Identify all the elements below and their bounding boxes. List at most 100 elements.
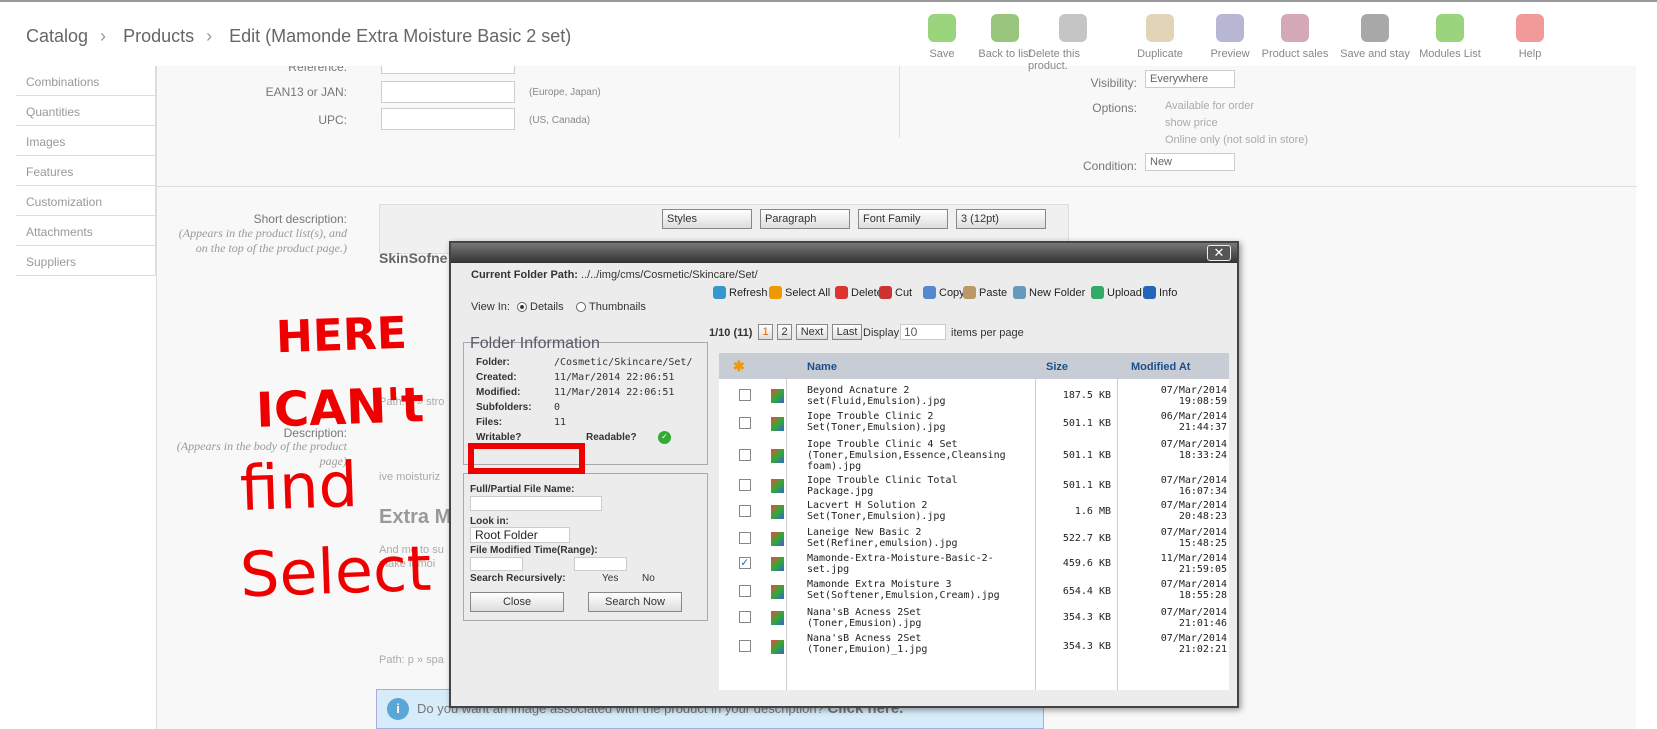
sidebar-item-suppliers[interactable]: Suppliers [16,246,156,276]
table-row[interactable]: Nana'sB Acness 2Set (Toner,Emuion)_1.jpg… [719,631,1229,661]
upload-icon [1091,286,1104,299]
file-modified: 07/Mar/2014 21:02:21 [1160,633,1227,655]
sidebar-item-attachments[interactable]: Attachments [16,216,156,246]
row-checkbox[interactable] [739,389,751,401]
table-row[interactable]: Iope Trouble Clinic Total Package.jpg 501… [719,473,1229,497]
per-page-select[interactable]: 10 [900,324,946,340]
option-show-price[interactable]: show price [1165,117,1218,129]
page-2-button[interactable]: 2 [777,324,792,340]
col-name[interactable]: Name [807,361,837,373]
toolbar-label: Modules List [1419,48,1481,60]
breadcrumb-catalog[interactable]: Catalog [26,26,88,46]
action-paste-button[interactable]: Paste [963,286,1007,299]
option-online-only[interactable]: Online only (not sold in store) [1165,134,1308,146]
row-checkbox[interactable] [739,449,751,461]
ean-input[interactable] [381,81,515,103]
condition-select[interactable]: New [1145,153,1235,171]
select-all-icon[interactable]: ✱ [733,358,745,375]
toolbar-trash-button[interactable]: Delete this product. [1028,12,1118,72]
recursive-no-radio[interactable]: No [642,573,655,584]
col-modified[interactable]: Modified At [1131,361,1190,373]
action-upload-button[interactable]: Upload [1091,286,1142,299]
file-name[interactable]: Mamonde Extra Moisture 3 Set(Softener,Em… [807,579,1029,601]
font-size-dropdown[interactable]: 3 (12pt) [956,209,1046,229]
action-cut-button[interactable]: Cut [879,286,912,299]
upc-input[interactable] [381,108,515,130]
close-icon[interactable]: ✕ [1207,245,1231,261]
row-checkbox[interactable] [739,417,751,429]
styles-dropdown[interactable]: Styles [662,209,752,229]
filename-input[interactable] [470,496,602,511]
file-name[interactable]: Iope Trouble Clinic 4 Set (Toner,Emulsio… [807,439,1029,472]
short-desc-text[interactable]: SkinSofne [379,250,447,266]
close-button[interactable]: Close [470,592,564,612]
action-select-all-button[interactable]: Select All [769,286,830,299]
file-modified: 07/Mar/2014 18:33:24 [1160,439,1227,461]
date-to-input[interactable] [574,557,627,571]
sidebar-item-features[interactable]: Features [16,156,156,186]
file-name[interactable]: Iope Trouble Clinic Total Package.jpg [807,475,1029,497]
row-checkbox[interactable]: ✓ [739,555,751,569]
row-checkbox[interactable] [739,479,751,491]
recursive-yes-radio[interactable]: Yes [602,573,618,584]
view-in-label: View In: [471,301,510,313]
view-thumbnails-radio[interactable]: Thumbnails [576,301,646,313]
action-new-folder-button[interactable]: New Folder [1013,286,1085,299]
paragraph-dropdown[interactable]: Paragraph [760,209,850,229]
next-page-button[interactable]: Next [796,324,828,340]
row-checkbox[interactable] [739,640,751,652]
search-now-button[interactable]: Search Now [588,592,682,612]
sidebar-item-images[interactable]: Images [16,126,156,156]
file-name[interactable]: Nana'sB Acness 2Set (Toner,Emuion)_1.jpg [807,633,1029,655]
row-checkbox[interactable] [739,532,751,544]
table-row[interactable]: Lacvert H Solution 2 Set(Toner,Emulsion)… [719,498,1229,524]
file-name[interactable]: Lacvert H Solution 2 Set(Toner,Emulsion)… [807,500,1029,522]
file-name[interactable]: Iope Trouble Clinic 2 Set(Toner,Emulsion… [807,411,1029,433]
chevron-right-icon: › [206,26,213,46]
per-page-label: items per page [951,327,1024,339]
desc-heading[interactable]: Extra M [379,506,451,529]
action-info-button[interactable]: Info [1143,286,1177,299]
table-row[interactable]: Mamonde Extra Moisture 3 Set(Softener,Em… [719,577,1229,605]
option-available[interactable]: Available for order [1165,100,1254,112]
action-copy-button[interactable]: Copy [923,286,965,299]
table-row[interactable]: Iope Trouble Clinic 2 Set(Toner,Emulsion… [719,409,1229,437]
font-family-dropdown[interactable]: Font Family [858,209,948,229]
look-in-select[interactable]: Root Folder [470,527,570,543]
puzzle-icon [1433,12,1467,44]
row-checkbox[interactable] [739,611,751,623]
file-name[interactable]: Laneige New Basic 2 Set(Refiner,emulsion… [807,527,1029,549]
action-refresh-button[interactable]: Refresh [713,286,768,299]
toolbar-chart-button[interactable]: Product sales [1250,12,1340,60]
file-name[interactable]: Mamonde-Extra-Moisture-Basic-2-set.jpg [807,553,1029,575]
row-checkbox[interactable] [739,585,751,597]
action-label: Select All [785,286,831,299]
display-label: Display [863,327,900,339]
date-from-input[interactable] [470,557,523,571]
table-row[interactable]: Beyond Acnature 2 set(Fluid,Emulsion).jp… [719,383,1229,407]
toolbar-lifebuoy-button[interactable]: Help [1485,12,1575,60]
created-value: 11/Mar/2014 22:06:51 [554,372,675,383]
breadcrumb-products[interactable]: Products [123,26,194,46]
action-delete-button[interactable]: Delete [835,286,883,299]
table-row[interactable]: Iope Trouble Clinic 4 Set (Toner,Emulsio… [719,437,1229,473]
sidebar-item-quantities[interactable]: Quantities [16,96,156,126]
file-name[interactable]: Beyond Acnature 2 set(Fluid,Emulsion).jp… [807,385,1029,407]
view-details-radio[interactable]: Details [517,301,564,313]
col-size[interactable]: Size [1046,361,1068,373]
table-row[interactable]: Nana'sB Acness 2Set (Toner,Emusion).jpg 3… [719,605,1229,629]
file-modified: 11/Mar/2014 21:59:05 [1160,553,1227,575]
sidebar-item-customization[interactable]: Customization [16,186,156,216]
row-checkbox[interactable] [739,505,751,517]
desc-text[interactable]: ive moisturiz [379,471,440,483]
last-page-button[interactable]: Last [832,324,862,340]
page-1-button[interactable]: 1 [758,324,773,340]
table-row[interactable]: Laneige New Basic 2 Set(Refiner,emulsion… [719,525,1229,551]
modified-range-label: File Modified Time(Range): [470,545,598,556]
toolbar-puzzle-button[interactable]: Modules List [1405,12,1495,60]
file-name[interactable]: Nana'sB Acness 2Set (Toner,Emusion).jpg [807,607,1029,629]
file-size: 522.7 KB [1062,533,1111,544]
sidebar-item-combinations[interactable]: Combinations [16,66,156,96]
visibility-select[interactable]: Everywhere [1145,70,1235,88]
table-row[interactable]: ✓ Mamonde-Extra-Moisture-Basic-2-set.jpg 4… [719,551,1229,575]
